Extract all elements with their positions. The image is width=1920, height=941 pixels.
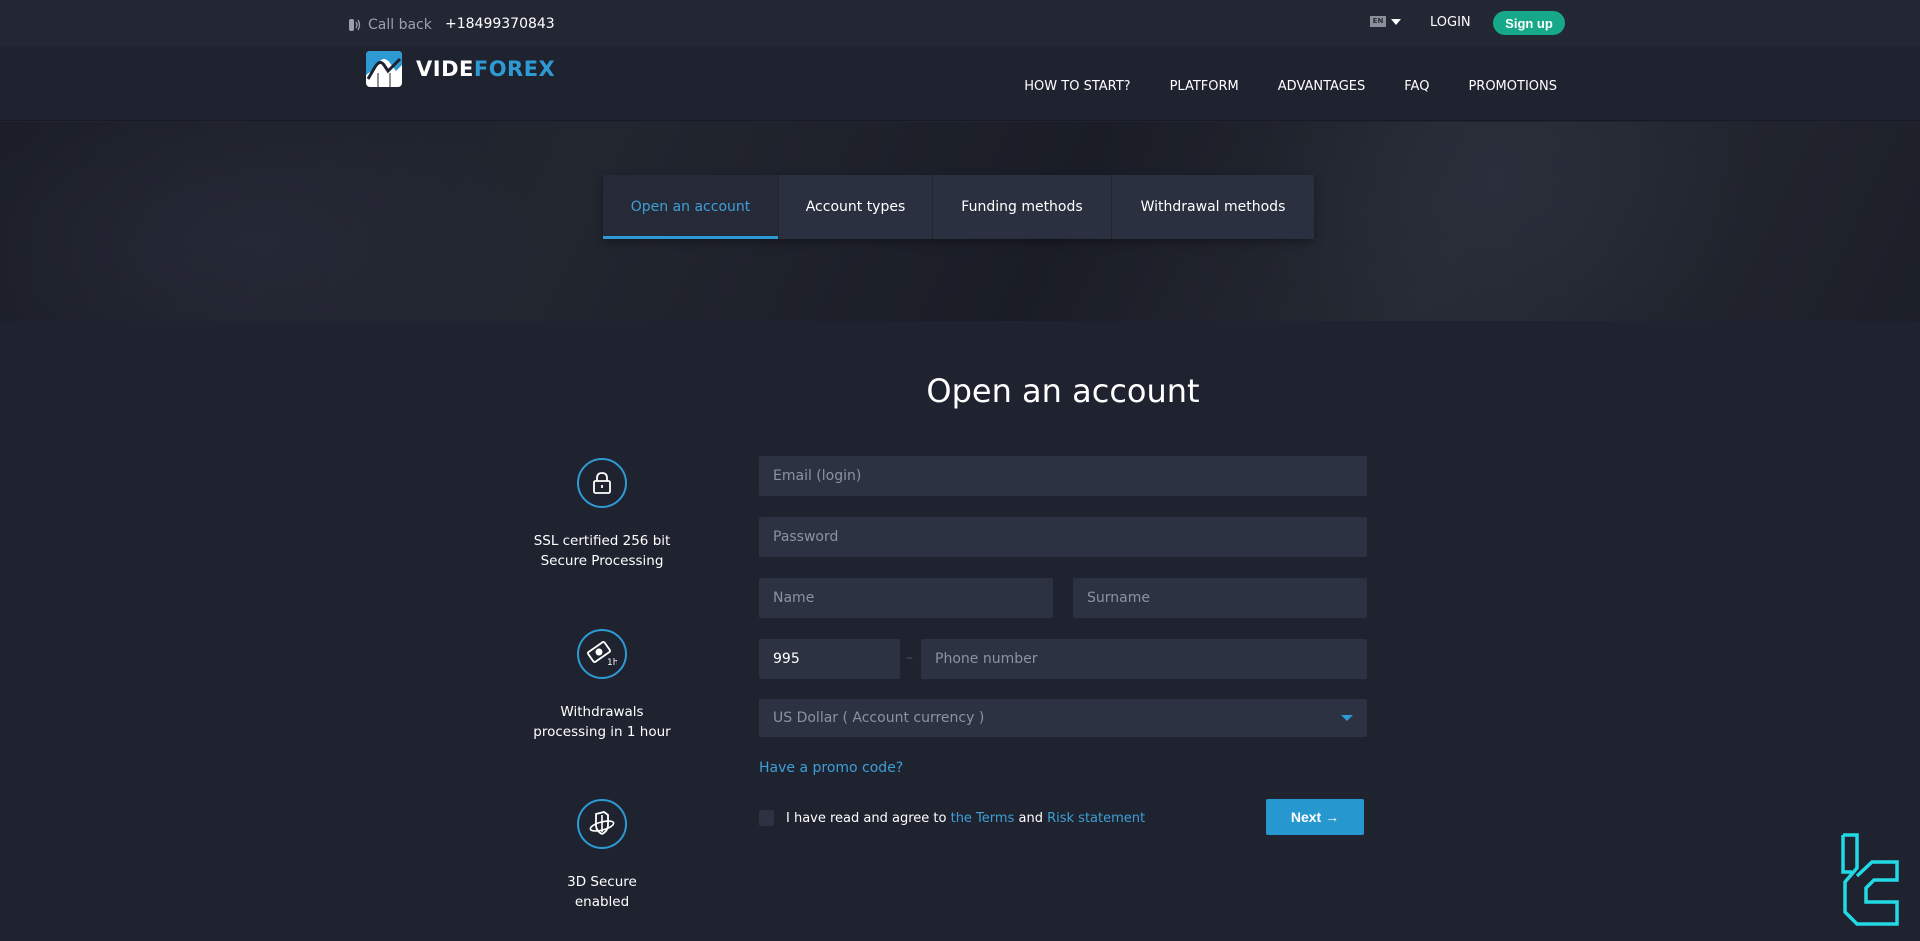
feature-text: Withdrawals processing in 1 hour <box>520 702 684 742</box>
feature-line: 3D Secure <box>567 874 637 890</box>
page-title: Open an account <box>926 372 1200 410</box>
shield-3d-icon <box>589 811 615 836</box>
feature-line: SSL certified 256 bit <box>533 533 671 549</box>
hero-banner: Open an account Account types Funding me… <box>0 122 1920 321</box>
caret-down-icon <box>1341 715 1353 721</box>
surname-input[interactable] <box>1073 578 1367 618</box>
login-link[interactable]: LOGIN <box>1430 15 1471 30</box>
terms-link[interactable]: the Terms <box>951 811 1015 826</box>
logo-text: VIDEFOREX <box>416 57 555 81</box>
top-bar: Call back +18499370843 EN LOGIN Sign up <box>0 0 1920 47</box>
logo-text-forex: FOREX <box>473 57 556 81</box>
email-input[interactable] <box>759 456 1367 496</box>
nav-faq[interactable]: FAQ <box>1404 79 1429 94</box>
phone-separator: – <box>906 650 913 666</box>
feature-line: processing in 1 hour <box>533 724 671 740</box>
callback-label: Call back <box>368 17 432 33</box>
money-clock-icon: 1h <box>587 641 617 668</box>
nav-advantages[interactable]: ADVANTAGES <box>1278 79 1366 94</box>
feature-line: Withdrawals <box>560 704 644 720</box>
logo-chart-icon <box>366 51 402 87</box>
feature-line: enabled <box>574 894 630 910</box>
lock-icon-circle <box>577 458 627 508</box>
logo[interactable]: VIDEFOREX <box>366 51 555 87</box>
watermark-logo-icon <box>1841 833 1899 926</box>
feature-text: SSL certified 256 bit Secure Processing <box>520 531 684 571</box>
account-tabs: Open an account Account types Funding me… <box>603 175 1314 239</box>
language-selector[interactable]: EN <box>1370 16 1401 27</box>
shield-3d-icon-circle <box>577 799 627 849</box>
svg-text:1h: 1h <box>607 658 617 668</box>
header: VIDEFOREX HOW TO START? PLATFORM ADVANTA… <box>0 47 1920 121</box>
feature-3d-secure: 3D Secure enabled <box>520 799 684 912</box>
money-clock-icon-circle: 1h <box>577 629 627 679</box>
language-flag-icon: EN <box>1370 16 1386 27</box>
signup-button[interactable]: Sign up <box>1493 11 1565 35</box>
risk-statement-link[interactable]: Risk statement <box>1047 811 1145 826</box>
and-text: and <box>1018 810 1043 826</box>
phone-number[interactable]: +18499370843 <box>445 16 555 32</box>
agree-checkbox[interactable] <box>759 810 774 826</box>
currency-select[interactable]: US Dollar ( Account currency ) <box>759 699 1367 737</box>
tab-open-account[interactable]: Open an account <box>603 175 779 239</box>
logo-text-vide: VIDE <box>416 57 474 81</box>
feature-text: 3D Secure enabled <box>520 872 684 912</box>
main-nav: HOW TO START? PLATFORM ADVANTAGES FAQ PR… <box>985 79 1557 94</box>
lock-icon <box>593 472 611 494</box>
promo-code-link[interactable]: Have a promo code? <box>759 760 903 776</box>
caret-down-icon <box>1391 18 1401 25</box>
nav-promotions[interactable]: PROMOTIONS <box>1468 79 1557 94</box>
callback-link[interactable]: Call back <box>348 17 432 33</box>
terms-agreement: I have read and agree to the Terms and R… <box>759 810 1145 826</box>
phone-icon <box>349 19 361 31</box>
feature-withdrawals: 1h Withdrawals processing in 1 hour <box>520 629 684 742</box>
tab-withdrawal-methods[interactable]: Withdrawal methods <box>1112 175 1314 239</box>
password-input[interactable] <box>759 517 1367 557</box>
phone-input[interactable] <box>921 639 1367 679</box>
tab-funding-methods[interactable]: Funding methods <box>933 175 1112 239</box>
nav-platform[interactable]: PLATFORM <box>1170 79 1239 94</box>
agree-text: I have read and agree to <box>786 810 947 826</box>
country-code-input[interactable] <box>759 639 900 679</box>
name-input[interactable] <box>759 578 1053 618</box>
feature-ssl: SSL certified 256 bit Secure Processing <box>520 458 684 571</box>
tab-account-types[interactable]: Account types <box>779 175 933 239</box>
next-button[interactable]: Next → <box>1266 799 1364 835</box>
nav-how-to-start[interactable]: HOW TO START? <box>1024 79 1130 94</box>
currency-selected-value: US Dollar ( Account currency ) <box>773 710 985 726</box>
feature-line: Secure Processing <box>540 553 664 569</box>
